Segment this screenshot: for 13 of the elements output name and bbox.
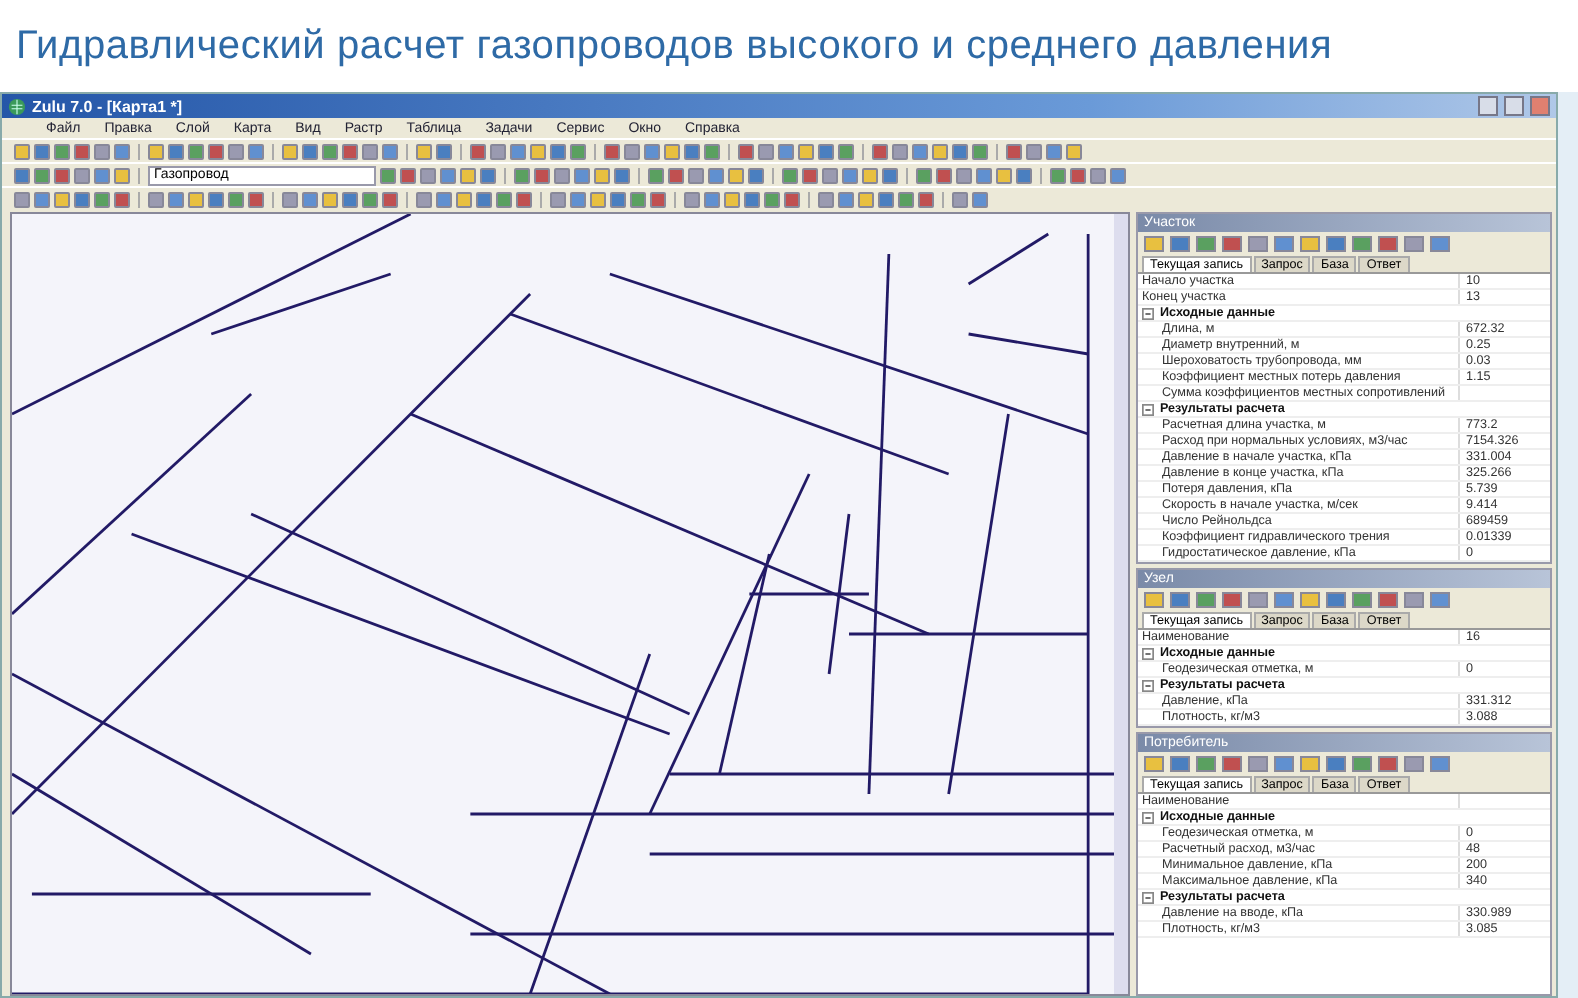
- collapse-toggle-icon[interactable]: [1142, 307, 1154, 319]
- scrollbar[interactable]: [1114, 214, 1128, 994]
- slide-title: Гидравлический расчет газопроводов высокого и среднего давления: [0, 0, 1578, 92]
- collapse-toggle-icon[interactable]: [1142, 811, 1154, 823]
- collapse-toggle-icon[interactable]: [1142, 891, 1154, 903]
- collapse-toggle-icon[interactable]: [1142, 403, 1154, 415]
- collapse-toggle-icon[interactable]: [1142, 647, 1154, 659]
- maximize-button[interactable]: [1504, 96, 1524, 116]
- collapse-toggle-icon[interactable]: [1142, 679, 1154, 691]
- minimize-button[interactable]: [1478, 96, 1498, 116]
- close-button[interactable]: [1530, 96, 1550, 116]
- window-title: Zulu 7.0 - [Карта1 *]: [32, 97, 183, 115]
- globe-icon: [8, 97, 26, 115]
